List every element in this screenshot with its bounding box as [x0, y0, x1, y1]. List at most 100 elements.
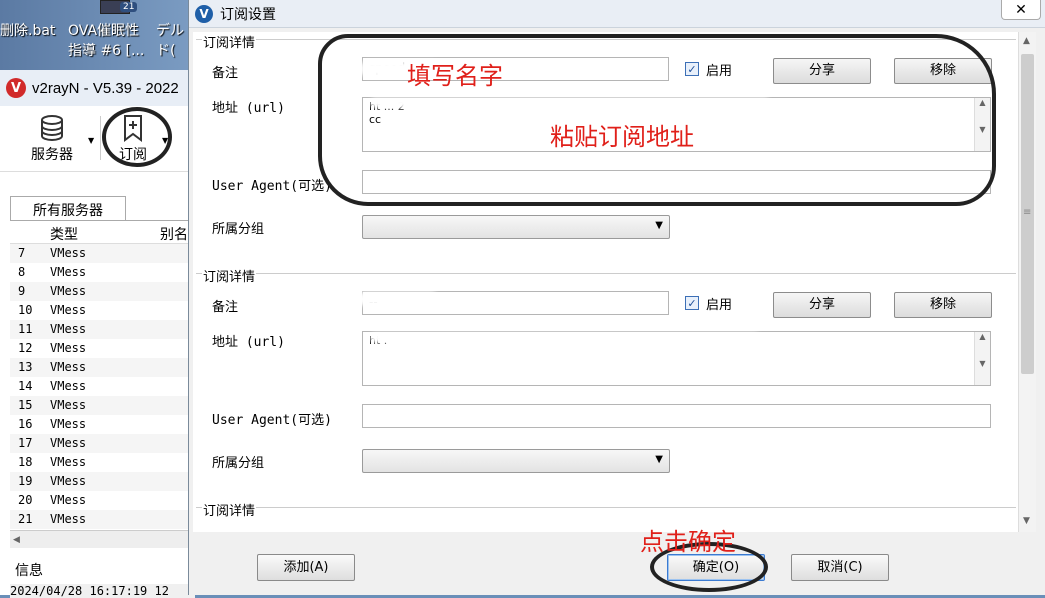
row-index: 8	[18, 265, 26, 279]
table-body: 7 VMess 8 VMess 9 VMess 10 VMess 11 VMess 12 VMess 1…	[10, 244, 195, 529]
annotation-click-ok: 点击确定	[640, 528, 736, 556]
chevron-down-icon: ▼	[655, 220, 663, 231]
table-row[interactable]: 14 VMess	[10, 377, 195, 396]
user-agent-label: User Agent(可选)	[212, 413, 332, 428]
table-row[interactable]: 9 VMess	[10, 282, 195, 301]
horizontal-scrollbar[interactable]: ◀	[10, 530, 195, 548]
row-type: VMess	[50, 398, 87, 412]
row-type: VMess	[50, 474, 87, 488]
table-row[interactable]: 17 VMess	[10, 434, 195, 453]
v2rayn-logo-icon: V	[195, 4, 213, 23]
row-index: 19	[18, 474, 33, 488]
enabled-checkbox[interactable]: ✓	[685, 296, 699, 310]
annotation-circle-subscription	[102, 107, 172, 167]
row-type: VMess	[50, 360, 87, 374]
url-label: 地址 (url)	[212, 335, 285, 350]
row-type: VMess	[50, 341, 87, 355]
remarks-label: 备注	[212, 66, 239, 81]
row-type: VMess	[50, 265, 87, 279]
row-index: 14	[18, 379, 33, 393]
row-type: VMess	[50, 455, 87, 469]
dialog-title: 订阅设置	[220, 6, 276, 23]
desktop-item[interactable]: ド(	[156, 40, 175, 60]
row-index: 9	[18, 284, 26, 298]
main-window-title: v2rayN - V5.39 - 2022	[32, 79, 179, 97]
row-type: VMess	[50, 417, 87, 431]
v2rayn-logo-icon: V	[6, 78, 26, 98]
row-index: 10	[18, 303, 33, 317]
subscription-group: 订阅详情	[193, 500, 1018, 532]
row-index: 20	[18, 493, 33, 507]
table-row[interactable]: 20 VMess	[10, 491, 195, 510]
row-index: 7	[18, 246, 26, 260]
tab-all-servers[interactable]: 所有服务器	[10, 196, 126, 220]
add-button[interactable]: 添加(A)	[257, 554, 355, 581]
table-row[interactable]: 7 VMess	[10, 244, 195, 263]
servers-dropdown-icon[interactable]: ▼	[88, 136, 94, 145]
group-title: 订阅详情	[202, 32, 257, 51]
cancel-button[interactable]: 取消(C)	[791, 554, 889, 581]
group-select[interactable]: ▼	[362, 215, 670, 239]
row-index: 21	[18, 512, 33, 526]
row-type: VMess	[50, 493, 87, 507]
row-type: VMess	[50, 246, 87, 260]
table-row[interactable]: 13 VMess	[10, 358, 195, 377]
table-row[interactable]: 16 VMess	[10, 415, 195, 434]
server-table: 类型 别名 7 VMess 8 VMess 9 VMess 10 VMess 11 VMess 12…	[10, 220, 195, 529]
enabled-label: 启用	[706, 298, 733, 313]
group-select-label: 所属分组	[212, 456, 265, 471]
desktop-badge: 21	[120, 2, 138, 12]
table-row[interactable]: 15 VMess	[10, 396, 195, 415]
row-type: VMess	[50, 322, 87, 336]
scroll-up-icon[interactable]: ▲	[1023, 36, 1030, 46]
column-alias[interactable]: 别名	[160, 224, 188, 244]
desktop-item[interactable]: デル	[156, 20, 184, 40]
group-frame	[196, 507, 1016, 532]
servers-button[interactable]: 服务器	[18, 114, 86, 164]
row-index: 16	[18, 417, 33, 431]
row-type: VMess	[50, 303, 87, 317]
redaction-smudge	[358, 292, 438, 306]
desktop-item[interactable]: 指導 #6 [...	[68, 40, 144, 60]
user-agent-input[interactable]	[362, 404, 991, 428]
desktop-item[interactable]: OVA催眠性	[68, 20, 139, 40]
group-title: 订阅详情	[202, 266, 257, 285]
table-row[interactable]: 19 VMess	[10, 472, 195, 491]
row-type: VMess	[50, 436, 87, 450]
chevron-down-icon: ▼	[655, 454, 663, 465]
table-row[interactable]: 21 VMess	[10, 510, 195, 529]
main-titlebar[interactable]: V v2rayN - V5.39 - 2022	[0, 70, 194, 106]
vertical-scrollbar[interactable]: ▲ ≡ ▼	[1018, 32, 1036, 532]
remove-button[interactable]: 移除	[894, 292, 992, 318]
redaction-smudge	[370, 333, 760, 343]
info-label: 信息	[15, 563, 43, 579]
url-label: 地址 (url)	[212, 101, 285, 116]
servers-label: 服务器	[31, 147, 73, 163]
row-index: 17	[18, 436, 33, 450]
row-index: 12	[18, 341, 33, 355]
table-row[interactable]: 10 VMess	[10, 301, 195, 320]
row-type: VMess	[50, 512, 87, 526]
row-index: 15	[18, 398, 33, 412]
share-button[interactable]: 分享	[773, 292, 871, 318]
dialog-titlebar[interactable]: V 订阅设置	[189, 0, 1045, 28]
column-type[interactable]: 类型	[50, 224, 78, 244]
group-title: 订阅详情	[202, 500, 257, 519]
close-icon: ✕	[1015, 1, 1027, 18]
status-timestamp: 2024/04/28 16:17:19 12	[10, 584, 195, 598]
textarea-scrollbar[interactable]: ▲ ▼	[974, 332, 990, 385]
user-agent-label: User Agent(可选)	[212, 179, 332, 194]
close-button[interactable]: ✕	[1001, 0, 1041, 20]
table-header: 类型 别名	[10, 220, 195, 244]
row-type: VMess	[50, 284, 87, 298]
table-row[interactable]: 18 VMess	[10, 453, 195, 472]
group-select[interactable]: ▼	[362, 449, 670, 473]
annotation-fill-name: 填写名字	[407, 62, 503, 90]
table-row[interactable]: 12 VMess	[10, 339, 195, 358]
table-row[interactable]: 11 VMess	[10, 320, 195, 339]
database-icon	[41, 115, 63, 142]
row-index: 13	[18, 360, 33, 374]
scroll-down-icon[interactable]: ▼	[1023, 516, 1030, 526]
desktop-item[interactable]: 删除.bat	[0, 20, 55, 40]
table-row[interactable]: 8 VMess	[10, 263, 195, 282]
